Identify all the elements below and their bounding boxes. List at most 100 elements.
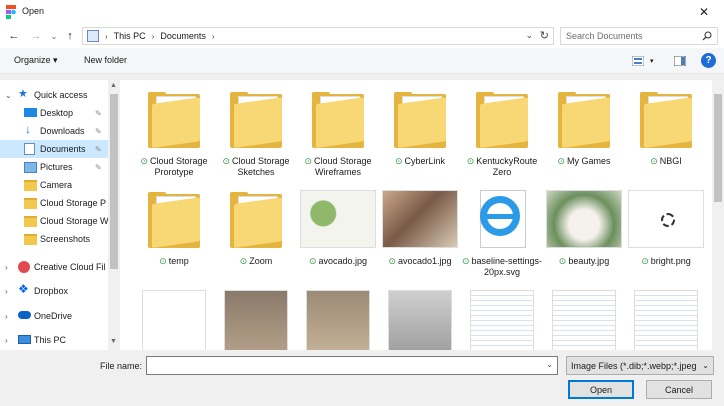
pin-icon[interactable]: ✎	[95, 127, 102, 136]
address-dropdown-icon[interactable]: ⌄	[525, 30, 533, 41]
sidebar-item-dropbox[interactable]: › ❖ Dropbox	[0, 282, 108, 300]
sidebar-item-screenshots[interactable]: Screenshots	[0, 230, 108, 248]
image-thumbnail[interactable]	[552, 290, 616, 350]
close-button[interactable]: ✕	[690, 2, 718, 22]
pin-icon[interactable]: ✎	[95, 145, 102, 154]
image-thumbnail[interactable]	[388, 290, 452, 350]
image-thumbnail[interactable]	[634, 290, 698, 350]
folder-icon	[298, 84, 378, 154]
scrollbar-thumb[interactable]	[714, 94, 722, 202]
sidebar-item-label: Quick access	[34, 90, 88, 100]
folder-icon	[462, 84, 542, 154]
this-pc-icon	[87, 30, 99, 42]
expand-chevron-icon[interactable]: ›	[5, 312, 8, 321]
search-input[interactable]	[566, 30, 694, 42]
file-item[interactable]: ⊙ My Games	[544, 84, 624, 184]
breadcrumb-this-pc[interactable]: This PC	[114, 31, 146, 41]
sidebar-item-this-pc[interactable]: › This PC	[0, 331, 108, 349]
sidebar-item-downloads[interactable]: ↓ Downloads ✎	[0, 122, 108, 140]
image-thumbnail[interactable]	[224, 290, 288, 350]
expand-chevron-icon[interactable]: ›	[5, 287, 8, 296]
pin-icon[interactable]: ✎	[95, 163, 102, 172]
file-item[interactable]: ⊙ Zoom	[216, 184, 296, 284]
forward-button[interactable]: →	[28, 28, 44, 44]
sidebar-item-cloud-storage-p[interactable]: Cloud Storage P	[0, 194, 108, 212]
file-item[interactable]: ⊙ baseline-settings-20px.svg	[462, 184, 542, 284]
file-name-text: Zoom	[249, 256, 273, 266]
new-folder-button[interactable]: New folder	[84, 55, 127, 65]
file-item[interactable]: ⊙ Cloud Storage Prorotype	[134, 84, 214, 184]
refresh-icon[interactable]: ↻	[540, 29, 549, 42]
window-title: Open	[22, 6, 45, 16]
address-bar[interactable]: › This PC › Documents › ⌄ ↻	[82, 27, 554, 45]
sidebar-item-quick-access[interactable]: ⌄ ★ Quick access	[0, 86, 108, 104]
file-item[interactable]: ⊙ bright.png	[626, 184, 706, 284]
sidebar-item-label: Cloud Storage W	[40, 216, 108, 226]
file-item[interactable]: ⊙ avocado1.jpg	[380, 184, 460, 284]
file-list-scrollbar[interactable]	[712, 80, 724, 350]
scroll-up-icon[interactable]: ▲	[110, 82, 117, 89]
sidebar-item-cloud-storage-w[interactable]: Cloud Storage W	[0, 212, 108, 230]
sync-status-icon: ⊙	[461, 256, 470, 266]
filter-dropdown-icon[interactable]: ⌄	[702, 361, 709, 370]
expand-chevron-icon[interactable]: ›	[5, 336, 8, 345]
documents-icon	[24, 143, 35, 155]
sidebar-item-desktop[interactable]: Desktop ✎	[0, 104, 108, 122]
scrollbar-thumb[interactable]	[110, 94, 118, 269]
sidebar-item-camera[interactable]: Camera	[0, 176, 108, 194]
recent-locations-button[interactable]: ⌄	[46, 28, 62, 44]
preview-pane-button[interactable]	[674, 54, 686, 68]
sync-status-icon: ⊙	[650, 156, 658, 166]
sidebar-item-pictures[interactable]: Pictures ✎	[0, 158, 108, 176]
file-name-dropdown-icon[interactable]: ⌄	[546, 360, 553, 369]
search-icon[interactable]	[702, 31, 712, 41]
file-item[interactable]: ⊙ avocado.jpg	[298, 184, 378, 284]
help-icon[interactable]: ?	[701, 53, 716, 68]
sidebar-item-label: Cloud Storage P	[40, 198, 107, 208]
file-item[interactable]: ⊙ beauty.jpg	[544, 184, 624, 284]
image-thumbnail[interactable]	[470, 290, 534, 350]
file-name-text: Cloud Storage Prorotype	[150, 156, 208, 177]
view-dropdown-icon[interactable]: ▾	[650, 57, 654, 65]
breadcrumb-separator: ›	[211, 31, 215, 41]
scroll-down-icon[interactable]: ▼	[110, 338, 117, 345]
sync-status-icon: ⊙	[308, 256, 317, 266]
file-item[interactable]: ⊙ CyberLink	[380, 84, 460, 184]
search-box[interactable]	[560, 27, 718, 45]
sidebar-item-documents[interactable]: Documents ✎	[0, 140, 108, 158]
open-button[interactable]: Open	[568, 380, 634, 399]
file-name-field[interactable]: ⌄	[146, 356, 558, 375]
folder-icon	[134, 84, 214, 154]
image-thumbnail[interactable]	[142, 290, 206, 350]
folder-icon	[24, 180, 37, 191]
sidebar-item-creative-cloud[interactable]: › Creative Cloud Fil	[0, 258, 108, 276]
file-item[interactable]: ⊙ Cloud Storage Sketches	[216, 84, 296, 184]
file-name-caption: ⊙ Cloud Storage Wireframes	[296, 156, 380, 178]
file-item[interactable]: ⊙ KentuckyRoute Zero	[462, 84, 542, 184]
expand-chevron-icon[interactable]: ⌄	[5, 91, 12, 100]
file-type-filter[interactable]: Image Files (*.dib;*.webp;*.jpeg ⌄	[566, 356, 714, 375]
organize-button[interactable]: Organize ▾	[14, 55, 58, 66]
file-item[interactable]: ⊙ NBGI	[626, 84, 706, 184]
file-item[interactable]: ⊙ temp	[134, 184, 214, 284]
sync-status-icon: ⊙	[388, 256, 396, 266]
folder-icon	[24, 216, 37, 227]
file-name-text: My Games	[567, 156, 611, 166]
up-button[interactable]: ↑	[62, 28, 78, 44]
sync-status-icon: ⊙	[140, 156, 148, 166]
image-thumbnail[interactable]	[306, 290, 370, 350]
pin-icon[interactable]: ✎	[95, 109, 102, 118]
breadcrumb-separator: ›	[105, 31, 108, 41]
breadcrumb-documents[interactable]: Documents	[160, 31, 206, 41]
sidebar-scrollbar[interactable]: ▲ ▼	[108, 80, 120, 350]
file-name-text: temp	[168, 256, 189, 266]
expand-chevron-icon[interactable]: ›	[5, 263, 8, 272]
cancel-button[interactable]: Cancel	[646, 380, 712, 399]
change-view-button[interactable]: ▾	[632, 54, 654, 68]
breadcrumb-separator: ›	[151, 31, 155, 41]
file-item[interactable]: ⊙ Cloud Storage Wireframes	[298, 84, 378, 184]
file-name-input[interactable]	[147, 357, 541, 373]
back-button[interactable]: ←	[6, 28, 22, 44]
sidebar-item-onedrive[interactable]: › OneDrive	[0, 307, 108, 325]
preview-pane-icon	[674, 56, 686, 66]
